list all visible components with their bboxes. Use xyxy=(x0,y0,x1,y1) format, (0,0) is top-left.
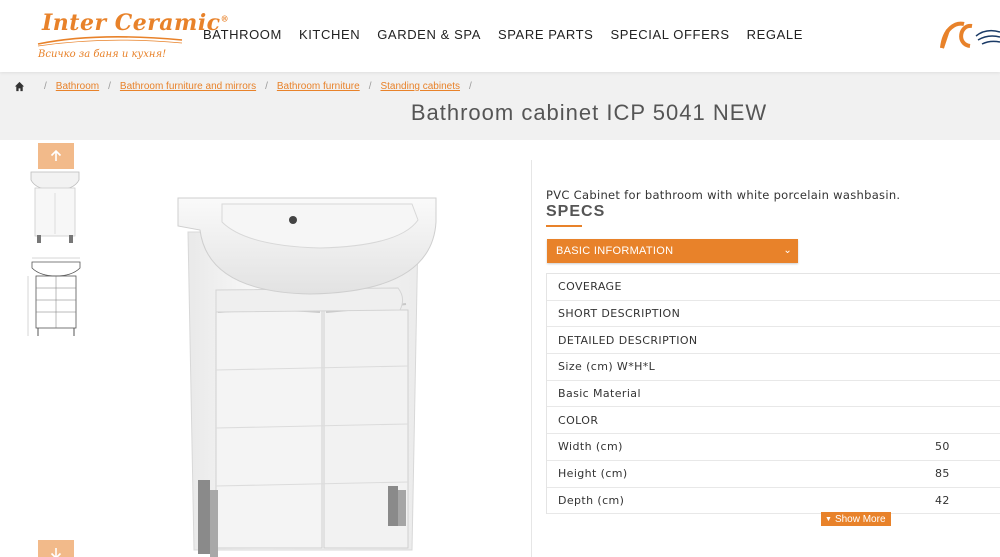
spec-table: COVERAGE SHORT DESCRIPTION DETAILED DESC… xyxy=(546,273,1000,515)
chevron-down-icon: ⌄ xyxy=(783,245,792,256)
breadcrumb-separator: / xyxy=(265,81,268,92)
brand-mark-icon[interactable] xyxy=(938,18,1000,54)
spec-row: COLOR xyxy=(547,407,1000,435)
spec-row: Width (cm) 50 xyxy=(547,434,1000,461)
spec-label: COLOR xyxy=(558,413,599,427)
spec-label: COVERAGE xyxy=(558,280,622,294)
thumbnail-drawing[interactable] xyxy=(22,254,88,340)
thumbnail-photo[interactable] xyxy=(22,162,88,244)
show-more-button[interactable]: ▼ Show More xyxy=(821,512,891,526)
site-header: Inter Ceramic® Всичко за баня и кухня! B… xyxy=(0,0,1000,72)
spec-label: SHORT DESCRIPTION xyxy=(558,307,681,321)
spec-row: Depth (cm) 42 xyxy=(547,488,1000,515)
thumbnail-scroll-down-button[interactable] xyxy=(38,540,74,557)
spec-row: SHORT DESCRIPTION xyxy=(547,301,1000,328)
show-more-label: Show More xyxy=(834,513,886,525)
spec-value: 42 xyxy=(935,493,950,507)
spec-row: COVERAGE xyxy=(547,274,1000,301)
page-title: Bathroom cabinet ICP 5041 NEW xyxy=(410,100,768,125)
spec-label: Size (cm) W*H*L xyxy=(558,360,656,374)
specs-heading-underline xyxy=(546,225,582,227)
spec-label: Basic Material xyxy=(558,387,641,401)
logo-tagline: Всичко за баня и кухня! xyxy=(38,49,167,60)
spec-value: 50 xyxy=(935,440,950,454)
logo-swoosh-icon xyxy=(37,36,183,47)
product-main-image[interactable] xyxy=(150,160,470,557)
breadcrumb-standing-cabinets[interactable]: Standing cabinets xyxy=(380,81,460,92)
breadcrumb-bathroom-furniture[interactable]: Bathroom furniture xyxy=(277,81,360,92)
breadcrumb-furniture-mirrors[interactable]: Bathroom furniture and mirrors xyxy=(120,81,256,92)
product-description: PVC Cabinet for bathroom with white porc… xyxy=(546,188,901,202)
nav-garden-spa[interactable]: GARDEN & SPA xyxy=(377,27,481,42)
main-nav: BATHROOM KITCHEN GARDEN & SPA SPARE PART… xyxy=(203,27,820,42)
breadcrumb-separator: / xyxy=(108,81,111,92)
spec-row: DETAILED DESCRIPTION xyxy=(547,327,1000,355)
breadcrumb: / Bathroom / Bathroom furniture and mirr… xyxy=(14,81,481,92)
arrow-down-icon xyxy=(50,548,62,557)
spec-row: Height (cm) 85 xyxy=(547,461,1000,488)
thumbnail-scroll-up-button[interactable] xyxy=(38,143,74,169)
spec-label: DETAILED DESCRIPTION xyxy=(558,333,698,347)
site-logo[interactable]: Inter Ceramic® Всичко за баня и кухня! xyxy=(36,8,229,64)
nav-kitchen[interactable]: KITCHEN xyxy=(299,27,360,42)
arrow-up-icon xyxy=(50,149,62,161)
spec-row: Size (cm) W*H*L xyxy=(547,354,1000,381)
spec-value: 85 xyxy=(935,467,950,481)
breadcrumb-band: / Bathroom / Bathroom furniture and mirr… xyxy=(0,72,1000,140)
breadcrumb-separator: / xyxy=(469,81,472,92)
breadcrumb-separator: / xyxy=(368,81,372,92)
spec-label: Width (cm) xyxy=(558,440,623,454)
accordion-label: BASIC INFORMATION xyxy=(556,245,674,257)
product-details: PVC Cabinet for bathroom with white porc… xyxy=(531,160,1000,557)
nav-regale[interactable]: REGALE xyxy=(747,27,803,42)
home-icon[interactable] xyxy=(14,81,25,92)
specs-heading: SPECS xyxy=(546,203,606,220)
nav-spare-parts[interactable]: SPARE PARTS xyxy=(498,27,593,42)
spec-row: Basic Material xyxy=(547,381,1000,408)
spec-label: Depth (cm) xyxy=(558,493,625,507)
nav-special-offers[interactable]: SPECIAL OFFERS xyxy=(610,27,729,42)
logo-title: Inter Ceramic® xyxy=(42,10,230,36)
thumbnail-list xyxy=(22,162,90,350)
nav-bathroom[interactable]: BATHROOM xyxy=(203,27,282,42)
breadcrumb-bathroom[interactable]: Bathroom xyxy=(56,81,99,92)
caret-down-icon: ▼ xyxy=(825,515,832,523)
breadcrumb-separator: / xyxy=(44,81,47,92)
spec-label: Height (cm) xyxy=(558,467,628,481)
basic-information-accordion[interactable]: BASIC INFORMATION ⌄ xyxy=(547,239,798,263)
